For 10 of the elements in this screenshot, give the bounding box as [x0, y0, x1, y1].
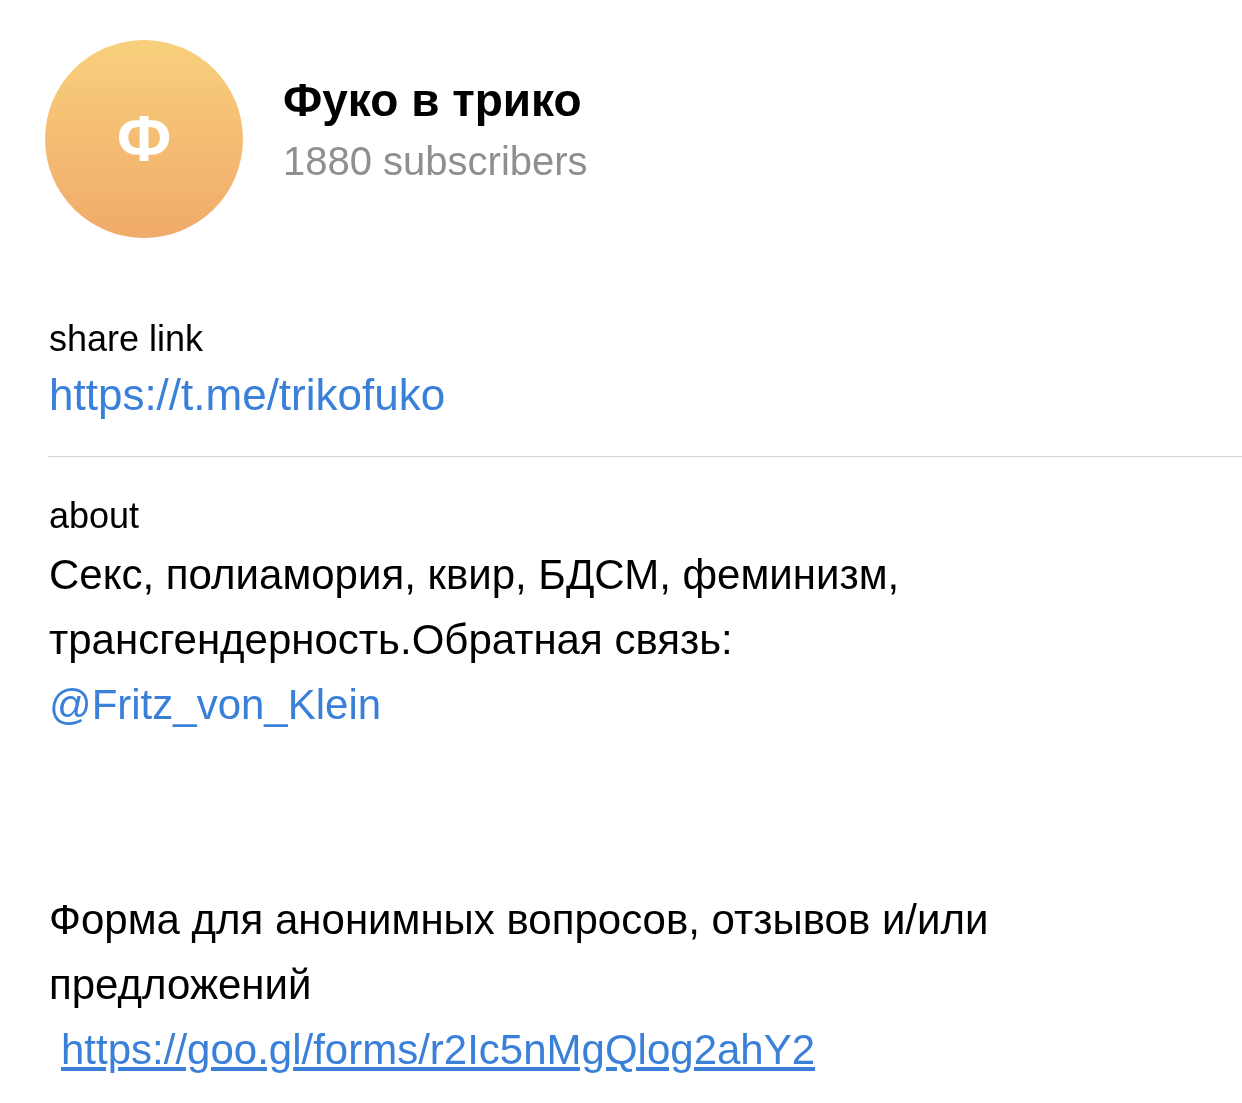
subscriber-count: 1880 subscribers [283, 137, 588, 185]
about-paragraph: Форма для анонимных вопросов, отзывов и/или предложений https://goo.gl/forms/r2Ic5nMgQlog2ahY2 [49, 895, 990, 1075]
link[interactable]: @Fritz_von_Klein [49, 681, 382, 728]
about-paragraph: Секс, полиамория, квир, БДСМ, феминизм, трансгендерность.Обратная связь: @Fritz_von_Klein [49, 550, 901, 730]
share-link[interactable]: https://t.me/trikofuko [49, 367, 446, 422]
share-link-label: share link [49, 317, 205, 361]
avatar: Ф [45, 40, 243, 238]
channel-title: Фуко в трико [283, 73, 583, 129]
link[interactable]: https://goo.gl/forms/r2Ic5nMgQlog2ahY2 [61, 1026, 816, 1073]
about-label: about [49, 494, 141, 538]
